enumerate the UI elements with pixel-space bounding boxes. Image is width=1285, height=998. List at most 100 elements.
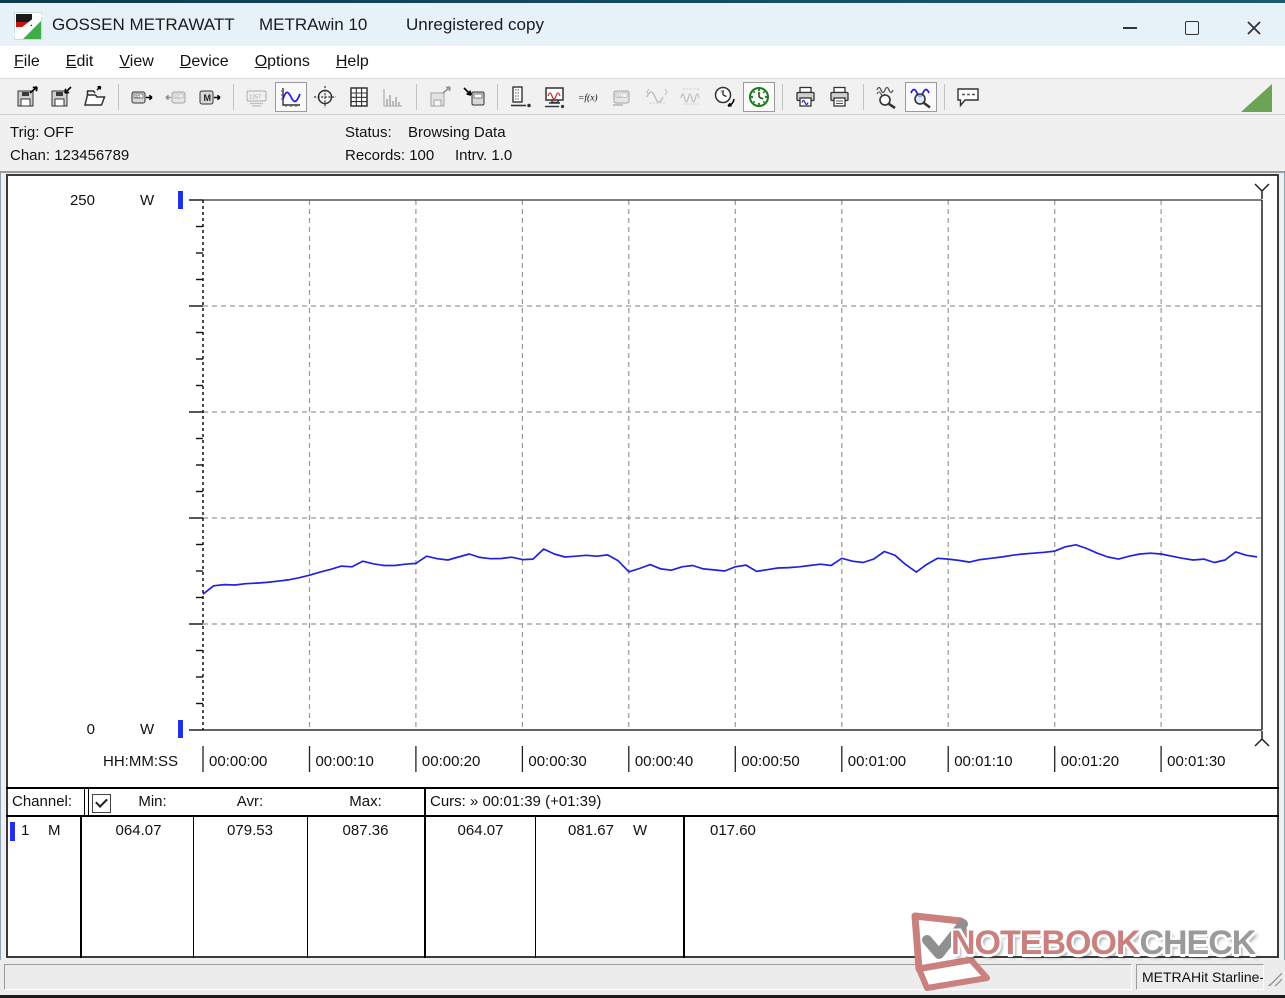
annotation-button[interactable] <box>952 82 984 112</box>
zoom-waves-icon <box>876 86 896 109</box>
stat-max-value: 087.36 <box>342 822 389 839</box>
notebookcheck-watermark: NOTEBOOKCHECK <box>893 908 1273 994</box>
x-axis-format-label: HH:MM:SS <box>103 753 178 770</box>
timer-button[interactable] <box>743 81 775 112</box>
channel-marker-bottom[interactable] <box>178 720 183 738</box>
meter-321-icon: 321 <box>613 90 630 106</box>
memory-out-icon: M <box>199 90 221 104</box>
monitor-button[interactable] <box>539 82 571 112</box>
stat-min-value: 064.07 <box>115 822 162 839</box>
single-curve-button <box>641 82 673 112</box>
records-count: Records: 100 <box>345 147 435 164</box>
xy-view-button[interactable] <box>309 82 341 112</box>
chart-and-table-panel <box>6 174 1279 958</box>
meter-display-button: 321 <box>607 82 639 112</box>
header-divider-line <box>84 789 85 815</box>
display-1257-icon: 1257 <box>246 90 267 107</box>
status-label: Status: <box>345 124 392 141</box>
formula-icon: =f(x) <box>578 92 598 103</box>
product-title: METRAwin 10 <box>259 15 368 34</box>
x-tick-label: 00:00:20 <box>421 753 481 770</box>
toolbar-separator <box>497 83 498 110</box>
menu-help[interactable]: Help <box>336 53 369 71</box>
interval-value: Intrv. 1.0 <box>455 147 513 164</box>
close-icon <box>1247 20 1261 35</box>
x-tick-label: 00:01:10 <box>954 753 1013 770</box>
menu-edit[interactable]: Edit <box>66 53 94 71</box>
svg-text:=f(x): =f(x) <box>578 92 598 103</box>
table-header-cursor: Curs: » 00:01:39 (+01:39) <box>430 793 602 810</box>
table-view-button[interactable] <box>343 82 375 112</box>
acquisition-status-panel: Trig: OFF Chan: 123456789 Status: Browsi… <box>0 115 1285 173</box>
channel-visible-checkbox[interactable] <box>92 794 111 813</box>
license-status: Unregistered copy <box>406 15 544 34</box>
open-file-button[interactable] <box>79 82 111 112</box>
print-graph-button[interactable] <box>790 82 822 112</box>
table-column-line <box>80 817 82 958</box>
toolbar-corner-indicator <box>1241 84 1272 112</box>
meter-in-icon: 321 <box>165 91 186 103</box>
status-value: Browsing Data <box>408 124 506 141</box>
app-logo-icon <box>13 12 43 40</box>
watermark-text-check: CHECK <box>1139 924 1256 962</box>
save-file-button[interactable] <box>11 82 43 112</box>
sequence-probe-icon <box>511 85 531 107</box>
x-tick-label: 00:00:30 <box>528 753 587 770</box>
watermark-text-notebook: NOTEBOOK <box>951 924 1140 962</box>
cursor-delta-value: 017.60 <box>710 822 756 839</box>
read-device-button[interactable]: 321 <box>126 82 158 112</box>
x-tick-label: 00:00:10 <box>315 753 374 770</box>
close-button[interactable] <box>1223 6 1285 49</box>
y-axis-unit-bottom: W <box>140 721 155 738</box>
minimize-button[interactable] <box>1099 6 1161 49</box>
sequence-button[interactable] <box>505 82 537 112</box>
time-mode-button[interactable]: 12 <box>709 82 741 112</box>
x-tick-label: 00:01:30 <box>1167 753 1226 770</box>
clock-green-icon <box>749 86 769 107</box>
table-header-avr: Avr: <box>236 793 264 810</box>
trigger-status: Trig: OFF <box>10 124 74 141</box>
menu-view[interactable]: View <box>119 53 153 71</box>
toolbar-separator <box>118 83 119 110</box>
cursor-b-unit: W <box>633 822 648 839</box>
svg-text:321: 321 <box>175 94 181 98</box>
toolbar: 321 321 M 1257 =f(x) 321 12 <box>0 78 1285 115</box>
toolbar-separator <box>944 83 945 110</box>
menu-device[interactable]: Device <box>180 53 229 71</box>
print-button[interactable] <box>824 82 856 112</box>
menu-file[interactable]: File <box>14 53 40 71</box>
app-window: GOSSEN METRAWATT METRAwin 10 Unregistere… <box>0 0 1285 998</box>
zoom-all-button[interactable] <box>871 82 903 112</box>
zoom-curve-button[interactable] <box>905 81 937 112</box>
menu-bar: File Edit View Device Options Help <box>0 46 1285 78</box>
app-title: GOSSEN METRAWATT <box>52 15 235 34</box>
title-bar: GOSSEN METRAWATT METRAwin 10 Unregistere… <box>0 3 1285 46</box>
y-axis-min-label: 0 <box>86 721 95 738</box>
cursor-b-value: 081.67 <box>568 822 614 839</box>
numeric-display-button: 1257 <box>241 82 273 112</box>
sine-single-icon <box>646 88 668 103</box>
channel-marker-top[interactable] <box>178 191 183 209</box>
maximize-button[interactable] <box>1161 6 1223 49</box>
clock-12-icon: 12 <box>714 86 735 107</box>
read-memory-button[interactable]: M <box>194 82 226 112</box>
curve-view-button[interactable] <box>275 81 307 112</box>
stat-avr-value: 079.53 <box>227 822 273 839</box>
callout-icon <box>957 87 979 107</box>
toolbar-separator <box>233 83 234 110</box>
svg-text:1257: 1257 <box>249 94 261 100</box>
y-axis-unit-top: W <box>140 192 155 209</box>
printer-wave-icon <box>796 86 815 107</box>
multi-curve-button <box>675 82 707 112</box>
formula-button[interactable]: =f(x) <box>573 82 605 112</box>
table-column-line <box>424 789 426 958</box>
menu-options[interactable]: Options <box>255 53 310 71</box>
transfer-button[interactable] <box>458 82 490 112</box>
floppy-export-icon <box>430 85 451 106</box>
histogram-view-button <box>377 82 409 112</box>
table-header-divider <box>6 815 1279 817</box>
channel-list: Chan: 123456789 <box>10 147 130 164</box>
save-as-button[interactable] <box>45 82 77 112</box>
toolbar-separator <box>782 83 783 110</box>
table-header-max: Max: <box>349 793 382 810</box>
